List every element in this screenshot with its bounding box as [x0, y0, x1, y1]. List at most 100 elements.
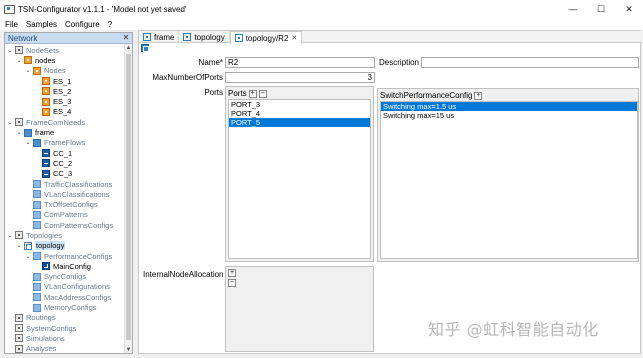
tree-item-nodes[interactable]: ⌄ nodes	[5, 55, 125, 65]
expand-chevron-icon[interactable]: ⌄	[16, 242, 22, 249]
tree-item-nodes[interactable]: ⌄ Nodes	[5, 66, 125, 76]
port-item[interactable]: PORT_4	[229, 109, 370, 118]
window-title: TSN-Configurator v1.1.1 - 'Model not yet…	[18, 4, 187, 14]
switch-config-item[interactable]: Switching max=15 us	[381, 111, 637, 120]
navigator-close-icon[interactable]: ✕	[122, 34, 130, 42]
tree-item-es-4[interactable]: ES_4	[5, 107, 125, 117]
tree-item-analyses[interactable]: Analyses	[5, 344, 125, 353]
minimize-button[interactable]: —	[559, 0, 587, 18]
tree-item-label: topology	[35, 241, 66, 251]
tree-item-trafficclassifications[interactable]: TrafficClassifications	[5, 179, 125, 189]
tree-item-memoryconfigs[interactable]: MemoryConfigs	[5, 302, 125, 312]
topology-tab-icon	[183, 33, 192, 41]
port-item[interactable]: PORT_3	[229, 100, 370, 109]
cfg-icon	[33, 272, 41, 281]
tree-item-es-2[interactable]: ES_2	[5, 86, 125, 96]
menu-file[interactable]: File	[0, 20, 22, 29]
expand-chevron-icon[interactable]: ⌄	[7, 47, 13, 54]
remove-allocation-button[interactable]: −	[228, 279, 236, 287]
tree-item-frame[interactable]: ⌄ frame	[5, 127, 125, 137]
tree-item-label: MainConfig	[53, 261, 91, 271]
menu-samples[interactable]: Samples	[22, 20, 61, 29]
scroll-up-icon[interactable]: ▲	[125, 44, 132, 52]
tree-item-label: NodeSets	[26, 45, 59, 55]
cfg-icon	[33, 200, 41, 209]
flow-icon	[42, 159, 50, 168]
tree-item-label: ES_1	[53, 76, 72, 86]
tree-item-simulations[interactable]: Simulations	[5, 333, 125, 343]
tree-item-label: Routings	[26, 313, 56, 323]
tab-close-icon[interactable]: ✕	[291, 34, 297, 42]
tree-item-topology[interactable]: ⌄ topology	[5, 241, 125, 251]
switch-config-item-selected[interactable]: Switching max=1.5 us	[381, 102, 637, 111]
expand-chevron-icon[interactable]: ⌄	[16, 129, 22, 136]
name-input[interactable]: R2	[225, 57, 375, 68]
tree-item-label: FrameComNeeds	[26, 117, 86, 127]
tree-item-cc-3[interactable]: CC_3	[5, 169, 125, 179]
maximize-button[interactable]: ☐	[587, 0, 615, 18]
tree-item-label: TxOffsetConfigs	[44, 200, 98, 210]
tree-item-vlanclassifications[interactable]: VLanClassifications	[5, 189, 125, 199]
frame-icon	[24, 128, 32, 137]
tree-item-label: SyncConfigs	[44, 272, 87, 282]
tab-topology[interactable]: topology	[179, 31, 230, 43]
tree-item-compatternsconfigs[interactable]: ComPatternsConfigs	[5, 220, 125, 230]
editor-tabs: frame topology topology/R2 ✕	[139, 31, 642, 44]
tree-item-label: VLanClassifications	[44, 189, 110, 199]
scrollbar-thumb[interactable]	[126, 54, 131, 340]
tree-item-frameflows[interactable]: ⌄ FrameFlows	[5, 138, 125, 148]
tree-item-compatterns[interactable]: ComPatterns	[5, 210, 125, 220]
tree-item-es-1[interactable]: ES_1	[5, 76, 125, 86]
expand-chevron-icon[interactable]: ⌄	[25, 67, 31, 74]
tree-item-label: MacAddressConfigs	[44, 292, 112, 302]
menu-bar: File Samples Configure ?	[0, 18, 643, 30]
set-icon	[15, 313, 23, 322]
menu-configure[interactable]: Configure	[61, 20, 104, 29]
topo-icon	[24, 241, 32, 250]
expand-chevron-icon[interactable]: ⌄	[7, 119, 13, 126]
tree-item-routings[interactable]: Routings	[5, 313, 125, 323]
expand-chevron-icon[interactable]: ⌄	[16, 57, 22, 64]
tree-item-topologies[interactable]: ⌄ Topologies	[5, 230, 125, 240]
tab-frame[interactable]: frame	[139, 31, 180, 43]
port-item-selected[interactable]: PORT_5	[229, 118, 370, 127]
tree-item-es-3[interactable]: ES_3	[5, 96, 125, 106]
set-icon	[15, 324, 23, 333]
flow-icon	[42, 169, 50, 178]
watermark: 知乎 @虹科智能自动化	[428, 320, 599, 339]
tree-item-cc-1[interactable]: CC_1	[5, 148, 125, 158]
tree-item-mainconfig[interactable]: MainConfig	[5, 261, 125, 271]
tree-item-cc-2[interactable]: CC_2	[5, 158, 125, 168]
cfg-icon	[33, 282, 41, 291]
tree-item-vlanconfigurations[interactable]: VLanConfigurations	[5, 282, 125, 292]
remove-port-button[interactable]: −	[258, 89, 267, 98]
tree-item-systemconfigs[interactable]: SystemConfigs	[5, 323, 125, 333]
add-port-button[interactable]: +	[248, 89, 257, 98]
tab-topology-r2[interactable]: topology/R2 ✕	[229, 31, 303, 44]
tree-item-performanceconfigs[interactable]: ⌄ PerformanceConfigs	[5, 251, 125, 261]
tree-item-framecomneeds[interactable]: ⌄ FrameComNeeds	[5, 117, 125, 127]
switch-box-header: SwitchPerformanceConfig +	[380, 91, 483, 100]
close-button[interactable]: ✕	[615, 0, 643, 18]
tree-item-macaddressconfigs[interactable]: MacAddressConfigs	[5, 292, 125, 302]
tree-item-nodesets[interactable]: ⌄ NodeSets	[5, 45, 125, 55]
scroll-down-icon[interactable]: ▼	[125, 346, 132, 353]
add-allocation-button[interactable]: +	[228, 269, 236, 277]
tree-item-syncconfigs[interactable]: SyncConfigs	[5, 272, 125, 282]
add-switch-config-button[interactable]: +	[474, 91, 483, 100]
expand-chevron-icon[interactable]: ⌄	[7, 232, 13, 239]
navigator-scrollbar[interactable]: ▲ ▼	[124, 44, 132, 353]
tree-item-txoffsetconfigs[interactable]: TxOffsetConfigs	[5, 199, 125, 209]
cfg-icon	[33, 293, 41, 302]
editor-toolbar-icon[interactable]	[141, 44, 149, 52]
tab-label: topology/R2	[245, 33, 289, 43]
expand-chevron-icon[interactable]: ⌄	[25, 139, 31, 146]
max-ports-input[interactable]: 3	[225, 72, 375, 83]
frame-icon	[33, 138, 41, 147]
tree-item-label: ES_2	[53, 86, 72, 96]
frame-tab-icon	[143, 33, 151, 41]
menu-help[interactable]: ?	[104, 20, 116, 29]
description-input[interactable]	[421, 57, 639, 68]
window-controls: — ☐ ✕	[559, 0, 643, 18]
expand-chevron-icon[interactable]: ⌄	[25, 253, 31, 260]
